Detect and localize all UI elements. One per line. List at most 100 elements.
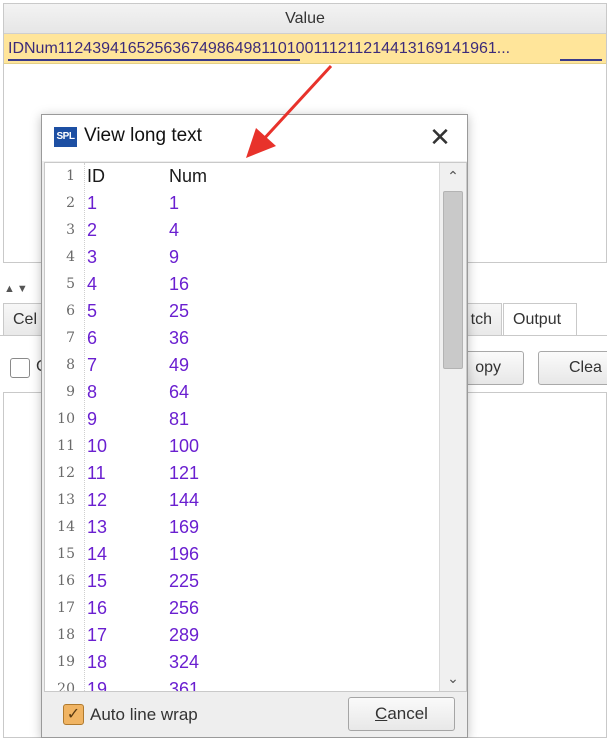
num-value: 324 [169,652,200,672]
underline-decoration [560,59,602,61]
id-value: 2 [87,220,98,240]
text-line: 6 5 25 [45,298,439,325]
text-line: 14 13 169 [45,514,439,541]
line-number: 9 [66,384,75,400]
close-icon[interactable]: ✕ [427,124,453,151]
header-num-text: Num [169,166,208,186]
dialog-title: View long text [84,125,202,146]
line-number: 1 [66,168,75,184]
cancel-button[interactable]: Cancel [348,697,455,731]
num-value: 9 [169,247,180,267]
text-line: 18 17 289 [45,622,439,649]
text-line: 7 6 36 [45,325,439,352]
text-line: 8 7 49 [45,352,439,379]
auto-line-wrap-label: Auto line wrap [90,705,198,724]
text-viewer[interactable]: 1 ID Num 2 1 1 3 2 4 4 3 9 5 4 16 6 5 25 7 6 36 8 7 49 9 8 64 10… [44,162,467,692]
id-value: 3 [87,247,98,267]
num-value: 289 [169,625,200,645]
expand-collapse-arrows-icon[interactable]: ▲▼ [4,283,30,295]
cancel-label: ancel [387,704,428,723]
id-value: 15 [87,571,108,591]
dialog-title-bar[interactable]: SPL View long text ✕ [42,115,467,161]
underline-decoration [8,59,300,61]
line-number: 16 [57,573,75,589]
value-column-header[interactable]: Value [4,4,606,34]
text-line: 211 [45,190,439,217]
id-value: 12 [87,490,108,510]
id-value: 14 [87,544,108,564]
id-value: 18 [87,652,108,672]
auto-line-wrap-checkbox[interactable]: ✓ [63,704,84,725]
vertical-scrollbar[interactable]: ⌃ ⌄ [439,163,466,691]
line-number: 5 [66,276,75,292]
num-value: 4 [169,220,180,240]
text-line: 10 9 81 [45,406,439,433]
line-number: 17 [57,600,75,616]
text-line: 1 ID Num [45,163,439,190]
num-value: 144 [169,490,200,510]
num-value: 49 [169,355,190,375]
line-number: 10 [57,411,75,427]
spl-logo-icon: SPL [54,127,77,147]
id-value: 1 [87,193,98,213]
id-value: 13 [87,517,108,537]
num-value: 225 [169,571,200,591]
text-line: 17 16 256 [45,595,439,622]
text-line: 15 14 196 [45,541,439,568]
id-value: 16 [87,598,108,618]
value-cell-text: IDNum11243941652563674986498110100111211… [8,40,511,57]
id-value: 6 [87,328,98,348]
line-number: 15 [57,546,75,562]
text-line: 19 18 324 [45,649,439,676]
line-number: 8 [66,357,75,373]
num-value: 256 [169,598,200,618]
id-value: 7 [87,355,98,375]
num-value: 64 [169,382,190,402]
text-line: 13 12 144 [45,487,439,514]
num-value: 36 [169,328,190,348]
view-long-text-dialog: SPL View long text ✕ 1 ID Num 2113244395… [41,114,468,738]
clear-button[interactable]: Clea [538,351,607,385]
line-number: 20 [57,681,75,692]
text-line: 12 11 121 [45,460,439,487]
num-value: 121 [169,463,200,483]
id-value: 5 [87,301,98,321]
num-value: 25 [169,301,190,321]
text-line: 5 4 16 [45,271,439,298]
id-value: 17 [87,625,108,645]
output-checkbox[interactable] [10,358,30,378]
line-number: 11 [57,438,75,454]
line-number: 12 [57,465,75,481]
text-line: 20 19 361 [45,676,439,692]
id-value: 10 [87,436,108,456]
line-number: 14 [57,519,75,535]
line-number: 18 [57,627,75,643]
num-value: 169 [169,517,200,537]
text-line: 32 4 [45,217,439,244]
id-value: 11 [87,463,106,483]
id-value: 4 [87,274,98,294]
num-value: 361 [169,679,200,692]
line-number: 7 [66,330,75,346]
id-value: 9 [87,409,98,429]
cancel-mnemonic: C [375,704,388,723]
text-line: 16 15 225 [45,568,439,595]
line-number: 4 [66,249,75,265]
line-number: 19 [57,654,75,670]
line-number: 6 [66,303,75,319]
text-line: 43 9 [45,244,439,271]
num-value: 81 [169,409,190,429]
id-value: 8 [87,382,98,402]
num-value: 1 [169,193,180,213]
line-number: 13 [57,492,75,508]
tab-output[interactable]: Output [503,303,577,335]
line-number: 3 [66,222,75,238]
scroll-up-icon[interactable]: ⌃ [440,163,466,189]
value-cell[interactable]: IDNum11243941652563674986498110100111211… [4,34,606,64]
line-number: 2 [66,195,75,211]
text-line: 11 10 100 [45,433,439,460]
scroll-thumb[interactable] [443,191,463,369]
text-line: 9 8 64 [45,379,439,406]
scroll-down-icon[interactable]: ⌄ [440,665,466,691]
num-value: 100 [169,436,200,456]
